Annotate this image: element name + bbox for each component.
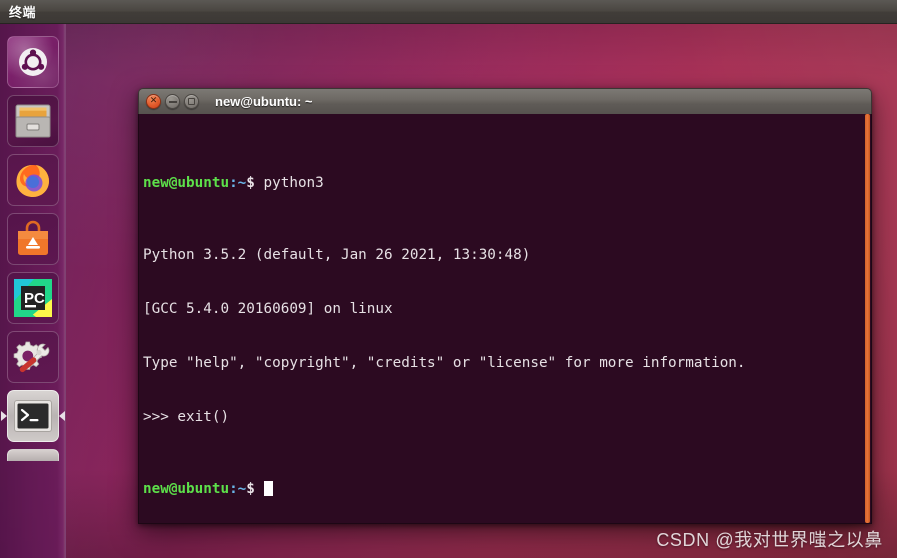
- terminal-scrollbar-thumb[interactable]: [865, 114, 870, 523]
- focused-indicator-right-icon: [58, 411, 65, 421]
- launcher-item-trash[interactable]: [6, 449, 59, 461]
- settings-gear-icon: [13, 341, 49, 373]
- terminal-line: new@ubuntu:~$: [143, 480, 863, 498]
- launcher-item-dash-home[interactable]: [6, 36, 59, 88]
- terminal-line: new@ubuntu:~$ python3: [143, 174, 863, 192]
- shopping-bag-icon: [17, 220, 48, 255]
- unity-launcher: PC: [0, 24, 66, 558]
- prompt-path: :~: [229, 175, 247, 191]
- firefox-icon: [6, 154, 59, 206]
- terminal-line: [GCC 5.4.0 20160609] on linux: [143, 301, 393, 317]
- launcher-item-pycharm[interactable]: PC: [6, 272, 59, 324]
- desktop-screen: 终端 PC ✕ new@ubuntu: ~ new@ubuntu:~$ pyth…: [0, 0, 897, 558]
- software-bag-icon: [6, 213, 59, 265]
- terminal-titlebar[interactable]: ✕ new@ubuntu: ~: [138, 88, 872, 114]
- prompt-path: :~: [229, 481, 247, 497]
- terminal-window-icon: [13, 400, 52, 432]
- maximize-icon: [188, 98, 195, 105]
- terminal-command: python3: [254, 175, 324, 191]
- terminal-line: Type "help", "copyright", "credits" or "…: [143, 355, 746, 371]
- prompt-user: new@ubuntu: [143, 175, 230, 191]
- terminal-cursor: [263, 481, 273, 496]
- launcher-item-files[interactable]: [6, 95, 59, 147]
- file-cabinet-icon: [6, 95, 59, 147]
- svg-text:PC: PC: [24, 290, 45, 307]
- terminal-line: >>> exit(): [143, 409, 230, 425]
- pycharm-logo-icon: PC: [13, 279, 52, 317]
- prompt-dollar: $: [246, 175, 255, 191]
- terminal-output: new@ubuntu:~$ python3 Python 3.5.2 (defa…: [139, 114, 871, 523]
- terminal-icon: [6, 390, 59, 442]
- running-indicator-left-icon: [0, 411, 7, 421]
- launcher-item-firefox[interactable]: [6, 154, 59, 206]
- maximize-button[interactable]: [184, 94, 199, 109]
- close-icon: ✕: [149, 96, 158, 106]
- gear-wrench-icon: [6, 331, 59, 383]
- pycharm-icon: PC: [6, 272, 59, 324]
- minimize-button[interactable]: [165, 94, 180, 109]
- terminal-line: Python 3.5.2 (default, Jan 26 2021, 13:3…: [143, 247, 531, 263]
- launcher-item-system-settings[interactable]: [6, 331, 59, 383]
- panel-app-title[interactable]: 终端: [0, 2, 36, 21]
- ubuntu-circle-of-friends-icon: [18, 48, 47, 76]
- watermark: CSDN @我对世界嗤之以鼻: [656, 530, 883, 550]
- prompt-dollar: $: [246, 481, 255, 497]
- top-panel: 终端: [0, 0, 897, 24]
- terminal-scrollbar[interactable]: [864, 114, 871, 523]
- terminal-window-title: new@ubuntu: ~: [215, 94, 313, 109]
- terminal-window: ✕ new@ubuntu: ~ new@ubuntu:~$ python3 Py…: [138, 88, 872, 524]
- filing-cabinet-icon: [15, 104, 50, 138]
- close-button[interactable]: ✕: [146, 94, 161, 109]
- prompt-user: new@ubuntu: [143, 481, 230, 497]
- firefox-logo-icon: [15, 165, 49, 197]
- minimize-icon: [168, 100, 177, 103]
- terminal-body[interactable]: new@ubuntu:~$ python3 Python 3.5.2 (defa…: [138, 114, 872, 524]
- launcher-item-terminal[interactable]: [0, 390, 65, 442]
- terminal-command: [255, 481, 264, 497]
- launcher-item-ubuntu-software[interactable]: [6, 213, 59, 265]
- ubuntu-logo-icon: [6, 36, 59, 88]
